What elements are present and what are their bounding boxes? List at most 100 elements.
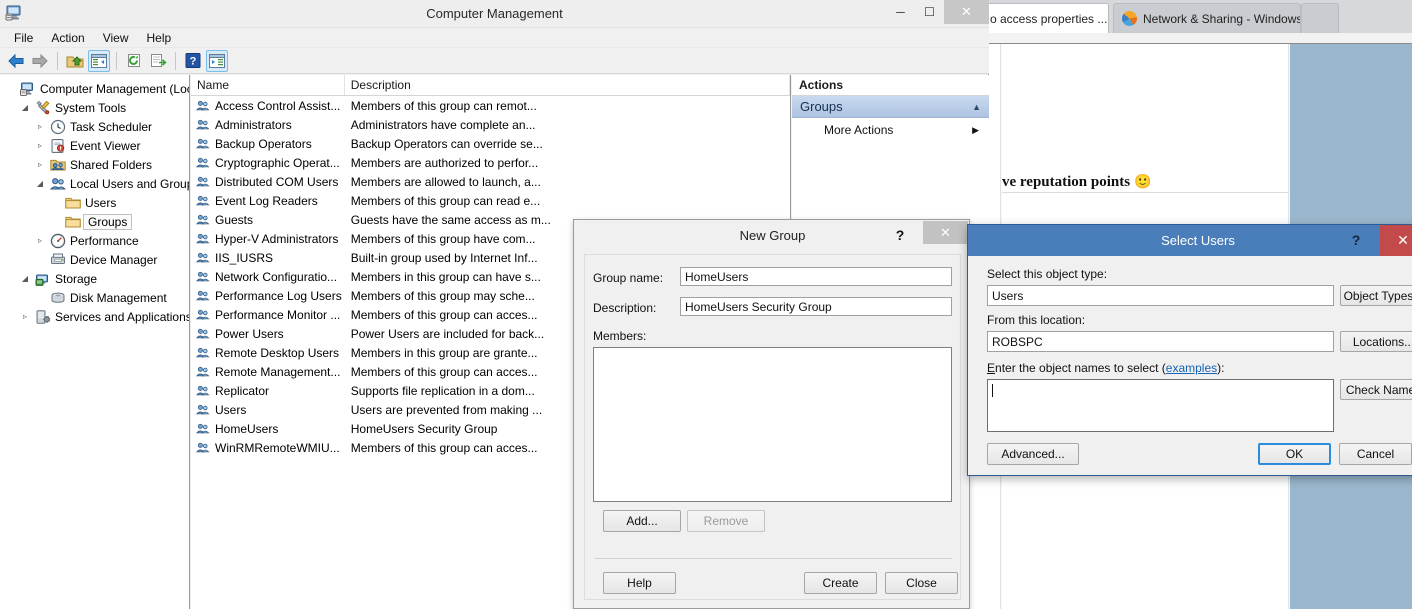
table-row[interactable]: Backup Operators Backup Operators can ove… xyxy=(191,134,790,153)
minimize-button[interactable]: ─ xyxy=(886,0,915,24)
check-names-button[interactable]: Check Names xyxy=(1340,379,1412,400)
table-row[interactable]: Event Log Readers Members of this group c… xyxy=(191,191,790,210)
export-list-icon[interactable] xyxy=(147,50,169,72)
cancel-button[interactable]: Cancel xyxy=(1339,443,1412,465)
table-row[interactable]: Administrators Administrators have comple… xyxy=(191,115,790,134)
tree-node-local-users-and-groups[interactable]: ◢ Local Users and Groups xyxy=(0,174,189,193)
close-button[interactable]: ✕ xyxy=(1380,225,1412,256)
column-header-description[interactable]: Description xyxy=(345,75,790,95)
table-row[interactable]: Distributed COM Users Members are allowed… xyxy=(191,172,790,191)
menu-view[interactable]: View xyxy=(94,30,138,46)
forward-arrow-icon[interactable] xyxy=(29,50,51,72)
group-icon xyxy=(195,309,210,319)
expand-collapse-icon-collapsed[interactable]: ▹ xyxy=(19,311,31,323)
add-button[interactable]: Add... xyxy=(603,510,681,532)
tree-node-services-and-applications[interactable]: ▹ Services and Applications xyxy=(0,307,189,326)
menu-action[interactable]: Action xyxy=(42,30,93,46)
object-names-input[interactable] xyxy=(987,379,1334,432)
console-tree[interactable]: Computer Management (Local ◢ System Tools ▹… xyxy=(0,75,190,609)
toolbar-separator xyxy=(116,51,117,70)
expand-collapse-icon-collapsed[interactable]: ▹ xyxy=(34,121,46,133)
object-names-label-mid: nter the object names to select ( xyxy=(995,361,1166,375)
remove-button: Remove xyxy=(687,510,765,532)
group-name-text: Administrators xyxy=(215,117,292,132)
object-type-label: Select this object type: xyxy=(987,267,1108,281)
help-icon[interactable]: ? xyxy=(889,225,911,245)
show-hide-tree-icon[interactable] xyxy=(88,49,110,72)
browser-tab-label: Network & Sharing - Windows... xyxy=(1143,11,1301,26)
tree-node-device-manager[interactable]: Device Manager xyxy=(0,250,189,269)
tree-node-users[interactable]: Users xyxy=(0,193,189,212)
tree-node-shared-folders[interactable]: ▹ Shared Folders xyxy=(0,155,189,174)
help-icon[interactable]: ? xyxy=(182,50,204,72)
tree-node-storage[interactable]: ◢ Storage xyxy=(0,269,189,288)
create-button[interactable]: Create xyxy=(804,572,877,594)
expand-collapse-icon-collapsed[interactable]: ▹ xyxy=(34,159,46,171)
disk-icon xyxy=(51,292,65,303)
tree-node-performance[interactable]: ▹ Performance xyxy=(0,231,189,250)
group-description-cell: Members are authorized to perfor... xyxy=(350,155,539,170)
chevron-up-icon[interactable]: ▲ xyxy=(972,102,981,112)
table-row[interactable]: Access Control Assist... Members of this … xyxy=(191,96,790,115)
group-name-input[interactable]: HomeUsers xyxy=(680,267,952,286)
group-name-cell: Guests xyxy=(191,213,345,227)
object-names-label-accel: E xyxy=(987,361,996,375)
maximize-button[interactable]: ☐ xyxy=(915,0,944,24)
group-name-text: Hyper-V Administrators xyxy=(215,231,339,246)
object-type-input[interactable]: Users xyxy=(987,285,1334,306)
chevron-right-icon: ▶ xyxy=(972,124,979,135)
close-button[interactable]: ✕ xyxy=(944,0,989,24)
browser-new-tab-button[interactable] xyxy=(1301,3,1339,33)
device-manager-icon xyxy=(51,253,65,264)
help-button[interactable]: Help xyxy=(603,572,676,594)
close-dialog-button[interactable]: Close xyxy=(885,572,958,594)
members-list-box[interactable] xyxy=(593,347,952,502)
browser-tab-active[interactable]: o access properties ... ✕ xyxy=(981,3,1109,33)
event-viewer-icon xyxy=(51,138,65,153)
location-input[interactable]: ROBSPC xyxy=(987,331,1334,352)
users-groups-icon xyxy=(50,177,66,189)
expand-collapse-icon-collapsed[interactable]: ▹ xyxy=(34,140,46,152)
advanced-button[interactable]: Advanced... xyxy=(987,443,1079,465)
tree-node-task-scheduler[interactable]: ▹ Task Scheduler xyxy=(0,117,189,136)
examples-link[interactable]: examples xyxy=(1166,361,1217,375)
description-label: Description: xyxy=(593,301,657,315)
back-arrow-icon[interactable] xyxy=(5,50,27,72)
refresh-icon[interactable] xyxy=(123,50,145,72)
group-icon xyxy=(195,404,210,414)
list-header-row: Name Description xyxy=(191,75,790,96)
locations-button[interactable]: Locations... xyxy=(1340,331,1412,352)
tree-node-system-tools[interactable]: ◢ System Tools xyxy=(0,98,189,117)
table-row[interactable]: Cryptographic Operat... Members are autho… xyxy=(191,153,790,172)
window-title-bar: Computer Management ─ ☐ ✕ xyxy=(0,0,989,28)
expand-collapse-icon-collapsed[interactable]: ▹ xyxy=(34,235,46,247)
description-input[interactable]: HomeUsers Security Group xyxy=(680,297,952,316)
group-name-cell: Remote Management... xyxy=(191,365,345,379)
browser-tab-inactive[interactable]: Network & Sharing - Windows... xyxy=(1113,3,1301,33)
tree-node-disk-management[interactable]: Disk Management xyxy=(0,288,189,307)
select-users-title-bar: Select Users ? ✕ xyxy=(968,225,1412,256)
tree-node-event-viewer[interactable]: ▹ Event Viewer xyxy=(0,136,189,155)
menu-file[interactable]: File xyxy=(5,30,42,46)
group-name-text: HomeUsers xyxy=(215,421,279,436)
tree-node-computer-management-local[interactable]: Computer Management (Local xyxy=(0,79,189,98)
expand-collapse-icon-expanded[interactable]: ◢ xyxy=(34,178,46,190)
object-types-button[interactable]: Object Types... xyxy=(1340,285,1412,306)
column-header-name[interactable]: Name xyxy=(191,75,345,95)
group-description-cell: Members of this group can read e... xyxy=(350,193,541,208)
tree-node-groups[interactable]: Groups xyxy=(0,212,189,231)
expand-collapse-icon-expanded[interactable]: ◢ xyxy=(19,102,31,114)
close-button[interactable]: ✕ xyxy=(923,221,968,244)
help-icon[interactable]: ? xyxy=(1346,230,1366,250)
group-name-cell: WinRMRemoteWMIU... xyxy=(191,441,345,455)
show-hide-action-pane-icon[interactable] xyxy=(206,49,228,72)
ok-button[interactable]: OK xyxy=(1258,443,1331,465)
actions-group-header[interactable]: Groups ▲ xyxy=(792,96,989,118)
action-more-actions[interactable]: More Actions ▶ xyxy=(792,118,989,142)
expand-collapse-icon-expanded[interactable]: ◢ xyxy=(19,273,31,285)
services-icon xyxy=(36,309,51,324)
menu-help[interactable]: Help xyxy=(138,30,181,46)
up-folder-icon[interactable] xyxy=(64,50,86,72)
